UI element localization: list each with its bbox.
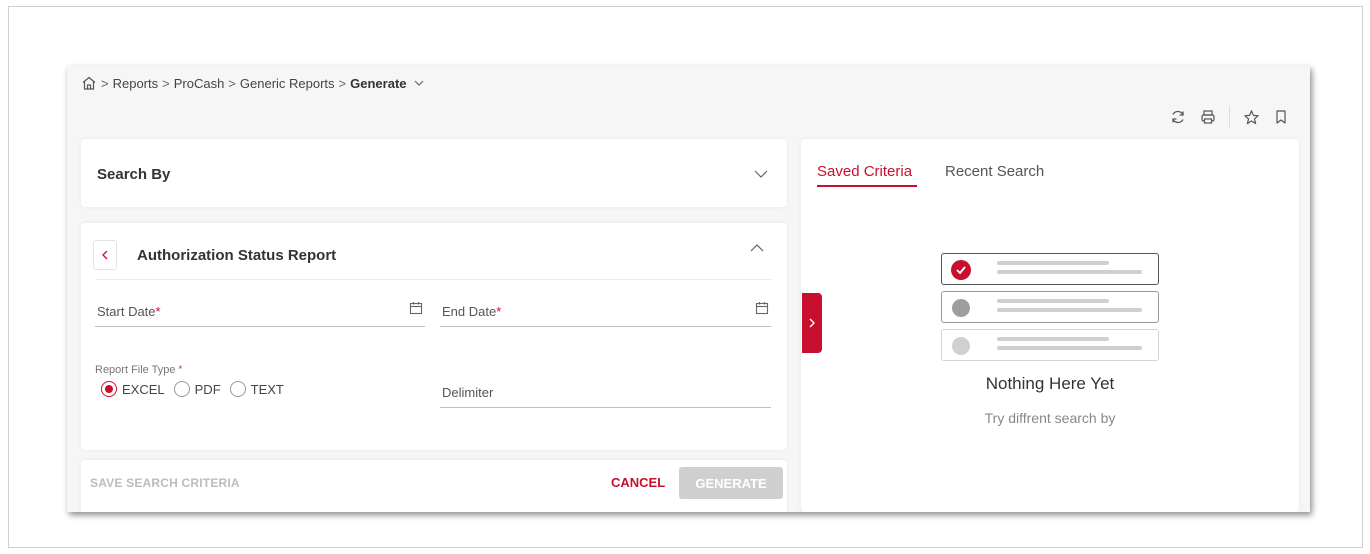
empty-state-title: Nothing Here Yet — [985, 374, 1115, 393]
start-date-field[interactable]: Start Date* — [95, 297, 425, 327]
radio-excel[interactable]: EXCEL — [101, 381, 165, 397]
bookmark-icon[interactable] — [1272, 108, 1290, 126]
chevron-up-icon[interactable] — [749, 241, 765, 259]
toolbar — [1169, 106, 1290, 128]
report-panel: Authorization Status Report Start Date* … — [81, 223, 787, 450]
report-file-type-label: Report File Type * — [95, 364, 183, 376]
breadcrumb-separator: > — [162, 75, 170, 91]
collapse-panel-button[interactable] — [802, 293, 822, 353]
breadcrumb: > Reports > ProCash > Generic Reports > … — [81, 74, 425, 92]
criteria-panel: Saved Criteria Recent Search Nothing Her… — [801, 139, 1299, 512]
chevron-down-icon[interactable] — [753, 167, 769, 185]
search-by-panel[interactable]: Search By — [81, 139, 787, 207]
delimiter-label: Delimiter — [442, 385, 494, 400]
star-icon[interactable] — [1242, 108, 1260, 126]
empty-state-subtitle: Try diffrent search by — [984, 410, 1116, 426]
home-icon[interactable] — [81, 75, 97, 91]
radio-excel-label: EXCEL — [122, 381, 165, 397]
radio-text-button[interactable] — [229, 381, 246, 397]
breadcrumb-procash[interactable]: ProCash — [174, 76, 225, 91]
file-type-radio-group: EXCEL PDF TEXT — [101, 381, 287, 397]
breadcrumb-separator: > — [228, 75, 236, 91]
report-title: Authorization Status Report — [137, 247, 337, 264]
radio-pdf-label: PDF — [194, 381, 221, 397]
calendar-icon[interactable] — [409, 301, 423, 320]
illustration-row — [941, 329, 1159, 361]
radio-excel-button[interactable] — [101, 381, 117, 397]
check-icon — [951, 260, 971, 280]
calendar-icon[interactable] — [755, 301, 769, 320]
back-button[interactable] — [93, 240, 117, 270]
active-tab-indicator — [817, 185, 917, 187]
generate-button[interactable]: GENERATE — [679, 467, 783, 499]
breadcrumb-separator: > — [101, 75, 109, 91]
search-by-title: Search By — [97, 166, 171, 183]
chevron-down-icon[interactable] — [413, 77, 425, 89]
radio-text[interactable]: TEXT — [229, 381, 284, 397]
breadcrumb-reports[interactable]: Reports — [113, 76, 159, 91]
illustration-row — [941, 253, 1159, 285]
divider — [95, 279, 772, 280]
print-icon[interactable] — [1199, 108, 1217, 126]
tab-saved-criteria[interactable]: Saved Criteria — [817, 163, 912, 180]
tab-recent-search[interactable]: Recent Search — [945, 163, 1044, 180]
end-date-field[interactable]: End Date* — [440, 297, 771, 327]
cancel-button[interactable]: CANCEL — [611, 475, 665, 490]
action-bar: SAVE SEARCH CRITERIA CANCEL GENERATE — [81, 460, 787, 512]
chevron-left-icon — [102, 250, 108, 260]
illustration-row — [941, 291, 1159, 323]
breadcrumb-generic-reports[interactable]: Generic Reports — [240, 76, 335, 91]
chevron-right-icon — [809, 318, 815, 328]
radio-pdf[interactable]: PDF — [173, 381, 221, 397]
radio-pdf-button[interactable] — [173, 381, 190, 397]
app-window: > Reports > ProCash > Generic Reports > … — [67, 66, 1310, 512]
save-search-criteria-button[interactable]: SAVE SEARCH CRITERIA — [90, 476, 240, 490]
refresh-icon[interactable] — [1169, 108, 1187, 126]
toolbar-divider — [1229, 106, 1230, 128]
breadcrumb-separator: > — [338, 75, 347, 91]
end-date-label: End Date* — [442, 304, 502, 319]
start-date-label: Start Date* — [97, 304, 161, 319]
delimiter-field[interactable]: Delimiter — [440, 378, 771, 408]
breadcrumb-current: Generate — [350, 75, 407, 91]
radio-text-label: TEXT — [250, 381, 284, 397]
